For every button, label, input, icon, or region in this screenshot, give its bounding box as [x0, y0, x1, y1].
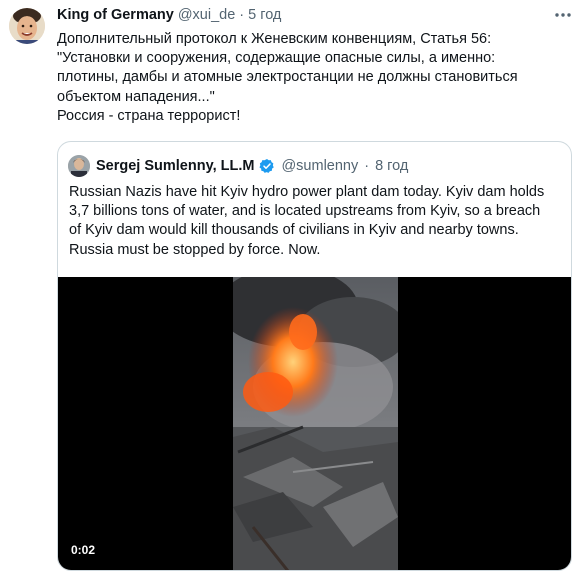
tweet-time[interactable]: 5 год: [248, 7, 281, 23]
quoted-tweet-time[interactable]: 8 год: [375, 158, 408, 174]
tweet-text-line: плотины, дамбы и атомные электростанции …: [57, 69, 518, 86]
tweet-text-line: объектом нападения...": [57, 88, 215, 105]
tweet-header: King of Germany @xui_de · 5 год: [57, 7, 543, 27]
video-timestamp: 0:02: [71, 543, 96, 557]
tweet[interactable]: King of Germany @xui_de · 5 год Дополнит…: [0, 0, 583, 580]
author-avatar[interactable]: [9, 8, 45, 44]
tweet-text-line: Россия - страна террорист!: [57, 107, 241, 124]
quoted-text-line: of Kyiv dam would kill thousands of civi…: [69, 222, 519, 239]
video-player[interactable]: 0:02: [58, 277, 571, 570]
quoted-author-handle[interactable]: @sumlenny: [281, 158, 358, 174]
quoted-text-line: Russian Nazis have hit Kyiv hydro power …: [69, 184, 545, 200]
meta-separator: ·: [239, 7, 245, 23]
quoted-author-avatar[interactable]: [68, 155, 90, 177]
quoted-tweet[interactable]: Sergej Sumlenny, LL.M @sumlenny · 8 год …: [57, 141, 572, 571]
more-horizontal-icon: [555, 13, 571, 17]
video-frame: [233, 277, 398, 570]
quoted-meta-separator: ·: [364, 158, 370, 174]
author-name[interactable]: King of Germany: [57, 7, 174, 23]
verified-badge-icon: [259, 158, 275, 174]
quoted-text-line: 3,7 billions tons of water, and is locat…: [69, 203, 541, 220]
tweet-text-line: Дополнительный протокол к Женевским конв…: [57, 31, 492, 47]
author-handle[interactable]: @xui_de: [178, 7, 235, 23]
quoted-author-name[interactable]: Sergej Sumlenny, LL.M: [96, 158, 254, 174]
quoted-tweet-text: Russian Nazis have hit Kyiv hydro power …: [69, 183, 561, 260]
more-options-button[interactable]: [551, 6, 575, 24]
tweet-text: Дополнительный протокол к Женевским конв…: [57, 30, 572, 126]
tweet-text-line: "Установки и сооружения, содержащие опас…: [57, 50, 496, 67]
quoted-text-line: Russia must be stopped by force. Now.: [69, 241, 321, 258]
author-avatar-image: [9, 8, 45, 44]
quoted-author-avatar-image: [68, 155, 90, 177]
quoted-tweet-header: Sergej Sumlenny, LL.M @sumlenny · 8 год: [68, 154, 408, 178]
